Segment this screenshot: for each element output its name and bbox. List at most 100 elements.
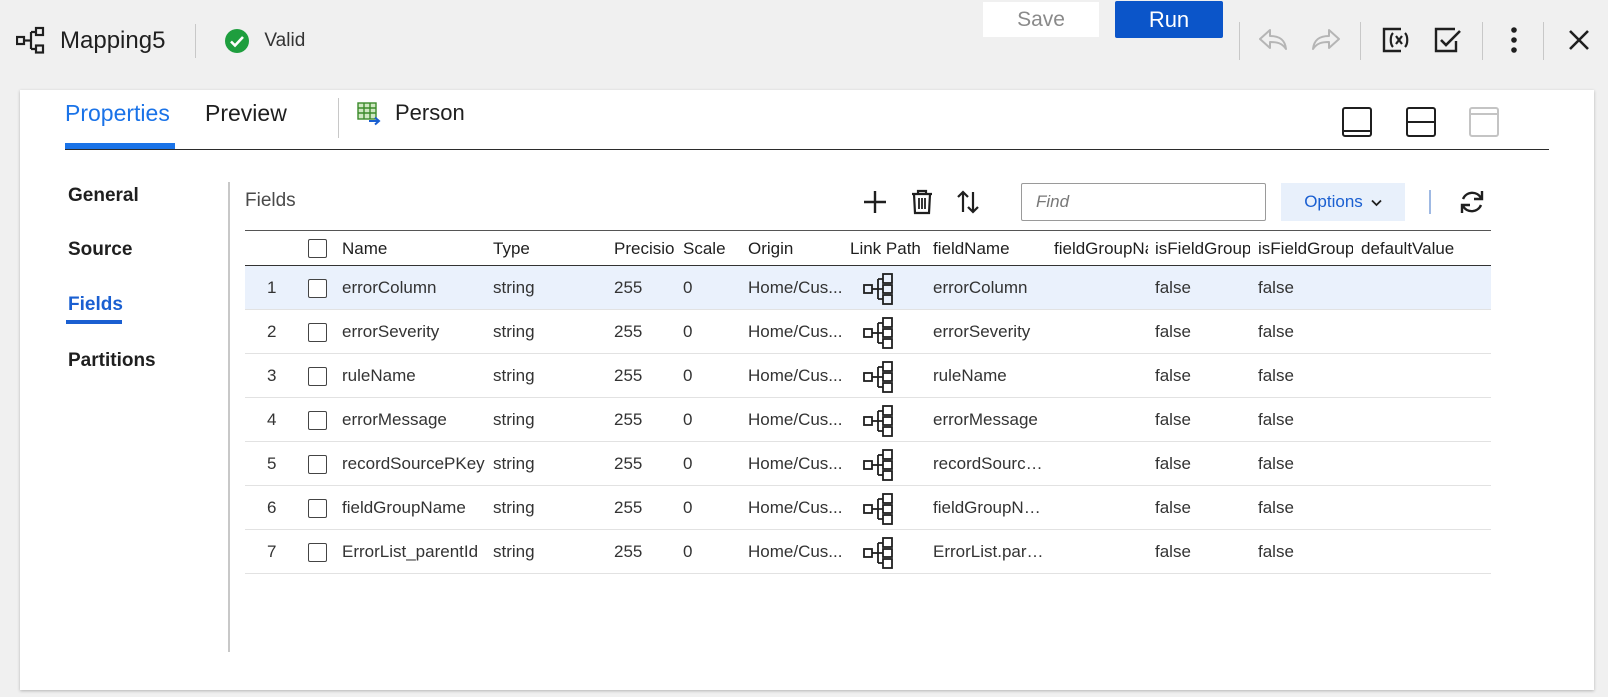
clear-validation-icon[interactable] xyxy=(1377,22,1413,58)
cell-scale[interactable]: 0 xyxy=(683,410,741,430)
cell-isfieldgroup: false xyxy=(1155,498,1191,517)
close-icon[interactable] xyxy=(1561,22,1597,58)
column-header-fieldname[interactable]: fieldName xyxy=(933,239,1048,259)
tab-divider xyxy=(338,98,339,138)
column-header-scale[interactable]: Scale xyxy=(683,239,741,259)
cell-type[interactable]: string xyxy=(493,410,603,430)
cell-fieldname: recordSource... xyxy=(933,454,1046,473)
cell-scale[interactable]: 0 xyxy=(683,454,741,474)
layout-bottom-panel-icon[interactable] xyxy=(1341,106,1373,138)
cell-type[interactable]: string xyxy=(493,366,603,386)
nav-item-general[interactable]: General xyxy=(68,185,139,207)
cell-precision[interactable]: 255 xyxy=(614,366,674,386)
validate-icon[interactable] xyxy=(1429,22,1465,58)
table-row[interactable]: 2 errorSeverity string 255 0 Home/Cus...… xyxy=(245,310,1491,354)
link-path-icon[interactable] xyxy=(863,317,895,349)
table-row[interactable]: 3 ruleName string 255 0 Home/Cus... rule… xyxy=(245,354,1491,398)
column-header-isfieldgroup-2[interactable]: isFieldGroup xyxy=(1258,239,1353,259)
cell-precision[interactable]: 255 xyxy=(614,410,674,430)
column-header-isfieldgroup[interactable]: isFieldGroup xyxy=(1155,239,1250,259)
cell-isfieldgroup-2: false xyxy=(1258,542,1294,561)
cell-isfieldgroup: false xyxy=(1155,322,1191,341)
find-input[interactable] xyxy=(1021,183,1266,221)
layout-split-icon[interactable] xyxy=(1405,106,1437,138)
undo-icon[interactable] xyxy=(1255,22,1291,58)
link-path-icon[interactable] xyxy=(863,493,895,525)
cell-type[interactable]: string xyxy=(493,498,603,518)
plus-icon[interactable] xyxy=(859,186,891,218)
column-header-type[interactable]: Type xyxy=(493,239,603,259)
table-row[interactable]: 6 fieldGroupName string 255 0 Home/Cus..… xyxy=(245,486,1491,530)
column-header-defaultvalue[interactable]: defaultValue xyxy=(1361,239,1491,259)
column-header-fieldgroupname[interactable]: fieldGroupNa xyxy=(1054,239,1148,259)
column-header-precision[interactable]: Precisio xyxy=(614,239,674,259)
select-all-checkbox[interactable] xyxy=(308,239,327,258)
row-checkbox[interactable] xyxy=(308,543,327,562)
cell-type[interactable]: string xyxy=(493,278,603,298)
link-path-icon[interactable] xyxy=(863,361,895,393)
toolbar-divider xyxy=(1360,22,1361,60)
row-number: 2 xyxy=(267,322,277,341)
cell-name[interactable]: ruleName xyxy=(342,366,488,386)
sort-icon[interactable] xyxy=(952,186,984,218)
layout-top-panel-icon[interactable] xyxy=(1468,106,1500,138)
table-row[interactable]: 5 recordSourcePKey string 255 0 Home/Cus… xyxy=(245,442,1491,486)
row-checkbox[interactable] xyxy=(308,455,327,474)
cell-name[interactable]: recordSourcePKey xyxy=(342,454,488,474)
column-header-name[interactable]: Name xyxy=(342,239,482,259)
save-button[interactable]: Save xyxy=(983,2,1099,37)
cell-isfieldgroup: false xyxy=(1155,278,1191,297)
cell-type[interactable]: string xyxy=(493,322,603,342)
table-row[interactable]: 7 ErrorList_parentId string 255 0 Home/C… xyxy=(245,530,1491,574)
toolbar-divider xyxy=(1482,22,1483,60)
row-number: 4 xyxy=(267,410,277,429)
redo-icon[interactable] xyxy=(1308,22,1344,58)
cell-precision[interactable]: 255 xyxy=(614,542,674,562)
cell-name[interactable]: ErrorList_parentId xyxy=(342,542,488,562)
cell-type[interactable]: string xyxy=(493,542,603,562)
column-header-origin[interactable]: Origin xyxy=(748,239,843,259)
cell-scale[interactable]: 0 xyxy=(683,366,741,386)
refresh-icon[interactable] xyxy=(1456,186,1488,218)
table-row[interactable]: 1 errorColumn string 255 0 Home/Cus... e… xyxy=(245,266,1491,310)
row-number: 1 xyxy=(267,278,277,297)
row-checkbox[interactable] xyxy=(308,411,327,430)
mapping-title: Mapping5 xyxy=(60,27,166,54)
link-path-icon[interactable] xyxy=(863,405,895,437)
cell-scale[interactable]: 0 xyxy=(683,278,741,298)
cell-name[interactable]: errorColumn xyxy=(342,278,488,298)
cell-name[interactable]: errorMessage xyxy=(342,410,488,430)
cell-name[interactable]: errorSeverity xyxy=(342,322,488,342)
cell-precision[interactable]: 255 xyxy=(614,454,674,474)
row-checkbox[interactable] xyxy=(308,323,327,342)
nav-item-fields[interactable]: Fields xyxy=(68,294,123,316)
cell-scale[interactable]: 0 xyxy=(683,322,741,342)
table-row[interactable]: 4 errorMessage string 255 0 Home/Cus... … xyxy=(245,398,1491,442)
more-vertical-icon[interactable] xyxy=(1496,22,1532,58)
cell-name[interactable]: fieldGroupName xyxy=(342,498,488,518)
link-path-icon[interactable] xyxy=(863,449,895,481)
cell-scale[interactable]: 0 xyxy=(683,542,741,562)
validation-status: Valid xyxy=(264,30,306,51)
link-path-icon[interactable] xyxy=(863,537,895,569)
tab-properties[interactable]: Properties xyxy=(65,100,170,127)
options-dropdown[interactable]: Options xyxy=(1281,183,1405,221)
row-checkbox[interactable] xyxy=(308,367,327,386)
run-button[interactable]: Run xyxy=(1115,1,1223,38)
cell-precision[interactable]: 255 xyxy=(614,498,674,518)
table-header: Name Type Precisio Scale Origin Link Pat… xyxy=(245,230,1491,266)
cell-isfieldgroup-2: false xyxy=(1258,454,1294,473)
row-checkbox[interactable] xyxy=(308,279,327,298)
cell-precision[interactable]: 255 xyxy=(614,322,674,342)
row-checkbox[interactable] xyxy=(308,499,327,518)
cell-precision[interactable]: 255 xyxy=(614,278,674,298)
tab-preview[interactable]: Preview xyxy=(205,100,287,127)
column-header-link-path[interactable]: Link Path xyxy=(850,239,930,259)
link-path-icon[interactable] xyxy=(863,273,895,305)
trash-icon[interactable] xyxy=(906,186,938,218)
cell-scale[interactable]: 0 xyxy=(683,498,741,518)
cell-fieldname: ruleName xyxy=(933,366,1007,385)
cell-type[interactable]: string xyxy=(493,454,603,474)
nav-item-source[interactable]: Source xyxy=(68,239,132,261)
nav-item-partitions[interactable]: Partitions xyxy=(68,350,156,372)
